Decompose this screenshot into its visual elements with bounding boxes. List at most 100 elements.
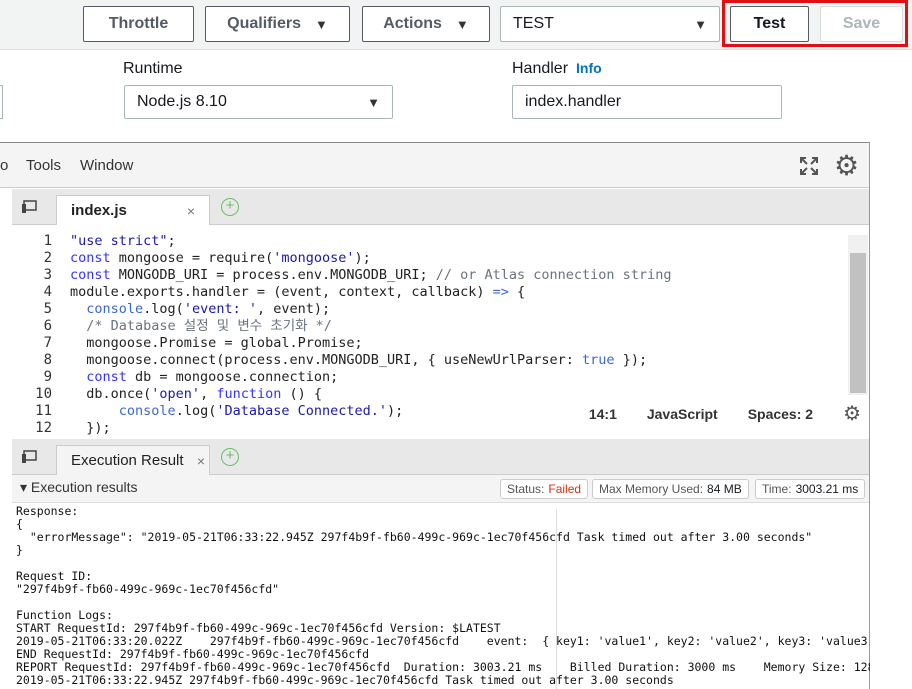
code-token: const [70, 250, 111, 266]
output-line: } [16, 543, 23, 557]
code-token: const [70, 267, 111, 283]
throttle-button[interactable]: Throttle [83, 6, 194, 42]
tab-label: Execution Result [71, 452, 184, 469]
code-token: , [200, 386, 217, 402]
handler-info-link[interactable]: Info [576, 60, 602, 76]
code-token: function [216, 386, 282, 402]
line-number: 8 [43, 352, 52, 368]
runtime-select[interactable]: Node.js 8.10 ▼ [124, 85, 393, 119]
cursor-position: 14:1 [588, 405, 617, 422]
code-token: mongoose.connect(process.env.MONGODB_URI… [70, 352, 583, 368]
code-token: module.exports.handler = (event, context… [70, 284, 493, 300]
line-number: 9 [43, 369, 52, 385]
ide-menubar: o Tools Window ⚙ [0, 143, 869, 188]
add-tab-icon[interactable]: + [221, 448, 239, 466]
code-token: 'Database Connected.' [216, 403, 388, 419]
memory-value: 84 MB [707, 482, 742, 496]
fullscreen-icon[interactable] [799, 156, 819, 176]
code-line: 4 module.exports.handler = (event, contex… [12, 284, 847, 301]
editor-statusline: 14:1 JavaScript Spaces: 2 ⚙ [589, 401, 861, 426]
handler-label: Handler [512, 60, 569, 77]
code-editor[interactable]: 1 "use strict"; 2 const mongoose = require(… [12, 225, 869, 438]
code-editor-ide: o Tools Window ⚙ index.js × + 1 "use stri… [0, 142, 870, 689]
handler-value: index.handler [525, 93, 622, 110]
code-token: "use strict" [70, 233, 168, 249]
execution-output: Response:{ "errorMessage": "2019-05-21T0… [16, 505, 870, 689]
time-label: Time: [762, 482, 792, 496]
handler-input[interactable]: index.handler [512, 85, 782, 119]
tab-index-js[interactable]: index.js × [56, 195, 210, 225]
tab-label: index.js [71, 202, 127, 219]
code-token: console [86, 301, 144, 317]
execution-results-toggle[interactable]: ▾ Execution results [20, 479, 138, 496]
code-token: console [118, 403, 176, 419]
code-token: ; [167, 233, 176, 249]
caret-down-icon: ▼ [455, 16, 469, 32]
language-mode[interactable]: JavaScript [647, 406, 718, 422]
status-value: Failed [548, 482, 582, 496]
code-token: , event); [256, 301, 331, 317]
actions-label: Actions [383, 15, 442, 32]
code-token: ); [354, 250, 371, 266]
actions-dropdown[interactable]: Actions ▼ [362, 6, 490, 42]
line-number: 6 [43, 318, 52, 334]
truncated-field[interactable] [0, 85, 3, 119]
code-token: => [492, 284, 509, 300]
tab-list-icon[interactable] [22, 450, 38, 467]
code-token: mongoose.Promise = global.Promise; [70, 335, 363, 351]
line-number: 11 [35, 403, 52, 419]
caret-down-icon: ▼ [367, 94, 380, 110]
indent-setting[interactable]: Spaces: 2 [748, 406, 813, 422]
code-line: 8 mongoose.connect(process.env.MONGODB_U… [12, 352, 847, 369]
code-token: ); [387, 403, 404, 419]
code-token: 'mongoose' [273, 250, 355, 266]
menu-window[interactable]: Window [80, 157, 133, 174]
close-icon[interactable]: × [187, 203, 195, 219]
editor-gear-icon[interactable]: ⚙ [843, 401, 861, 426]
output-line: "errorMessage": "2019-05-21T06:33:22.945… [16, 530, 813, 544]
line-number: 5 [43, 301, 52, 317]
close-icon[interactable]: × [197, 453, 205, 469]
memory-label: Max Memory Used: [599, 482, 704, 496]
line-number: 7 [43, 335, 52, 351]
caret-down-icon: ▼ [694, 16, 707, 32]
output-line: Response: [16, 505, 79, 518]
runtime-label: Runtime [123, 60, 183, 77]
code-line: 2 const mongoose = require('mongoose'); [12, 250, 847, 267]
code-token: }); [70, 420, 111, 436]
qualifiers-dropdown[interactable]: Qualifiers ▼ [205, 6, 350, 42]
editor-scrollbar-thumb[interactable] [850, 253, 866, 393]
settings-gear-icon[interactable]: ⚙ [834, 152, 859, 180]
code-token: mongoose = require( [110, 250, 274, 266]
code-token: true [582, 352, 615, 368]
test-event-select[interactable]: TEST ▼ [500, 6, 720, 42]
line-number: 4 [43, 284, 52, 300]
status-badge: Status: Failed [500, 479, 589, 499]
execution-results-header: ▾ Execution results Status: Failed Max Me… [12, 475, 869, 503]
tab-list-icon[interactable] [22, 200, 38, 217]
time-value: 3003.21 ms [795, 482, 859, 496]
time-badge: Time: 3003.21 ms [755, 479, 866, 499]
result-tabbar: Execution Result × + [12, 439, 869, 475]
menu-view[interactable]: o [0, 157, 8, 174]
line-number: 12 [35, 420, 52, 436]
code-token: () { [281, 386, 322, 402]
line-number: 1 [43, 233, 52, 249]
handler-label-row: Handler Info [512, 60, 602, 78]
code-token: const [86, 369, 127, 385]
code-line: 3 const MONGODB_URI = process.env.MONGODB… [12, 267, 847, 284]
line-number: 3 [43, 267, 52, 283]
menu-tools[interactable]: Tools [26, 157, 61, 174]
code-token: /* Database 설정 및 변수 초기화 */ [86, 318, 332, 334]
code-token: }); [614, 352, 648, 368]
tab-execution-result[interactable]: Execution Result × [56, 445, 210, 475]
add-tab-icon[interactable]: + [221, 198, 239, 216]
code-token: 'open' [151, 386, 201, 402]
test-event-value: TEST [513, 15, 554, 32]
